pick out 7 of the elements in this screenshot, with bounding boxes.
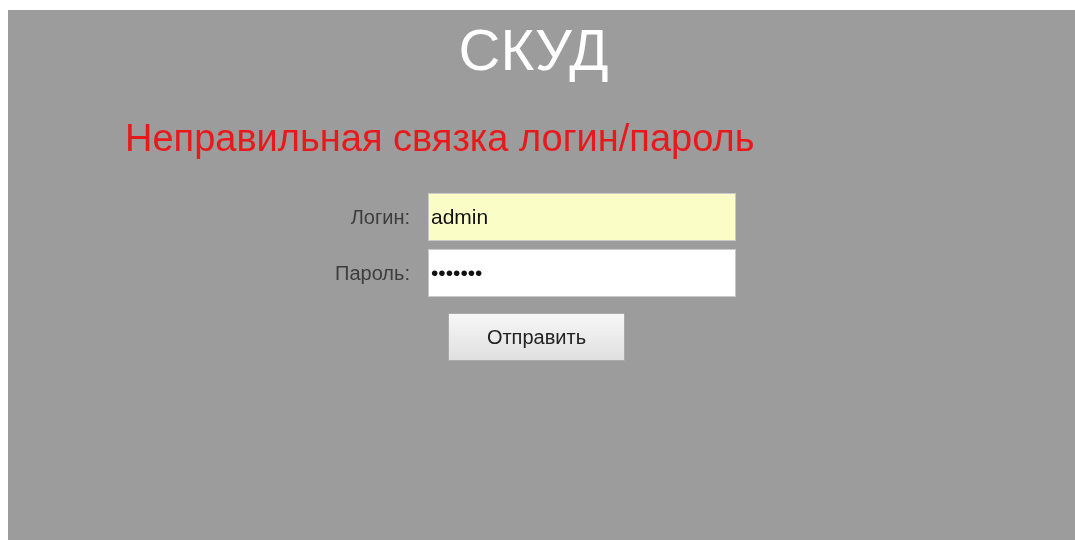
- field-label: Пароль:: [334, 261, 411, 287]
- login-field[interactable]: admin: [428, 193, 736, 242]
- submit-button[interactable]: Отправить: [448, 313, 625, 362]
- app-title: СКУД: [457, 16, 610, 82]
- password-field[interactable]: •••••••: [428, 249, 736, 298]
- field-label: Логин:: [349, 205, 411, 231]
- error-message: Неправильная связка логин/пароль: [125, 115, 756, 161]
